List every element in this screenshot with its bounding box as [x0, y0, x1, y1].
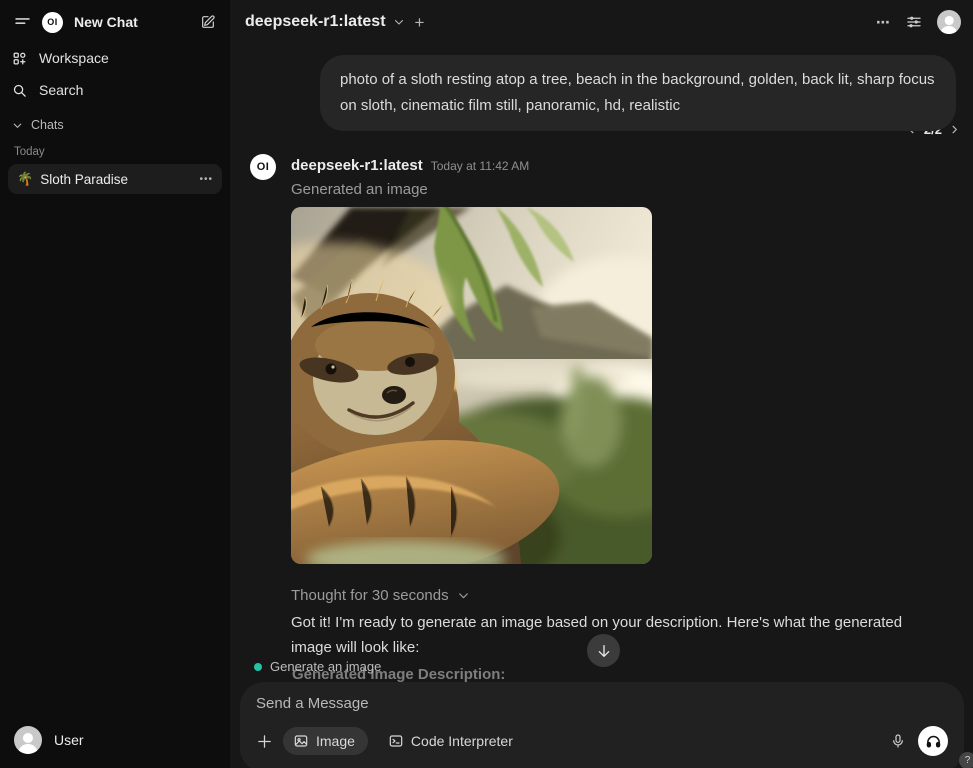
chevron-down-icon — [457, 589, 470, 602]
attach-button[interactable] — [256, 733, 273, 750]
image-button-label: Image — [316, 733, 355, 749]
chat-item-title: Sloth Paradise — [40, 172, 199, 187]
assistant-message-header: OI deepseek-r1:latest Today at 11:42 AM — [250, 154, 529, 180]
code-interpreter-toggle[interactable]: Code Interpreter — [378, 727, 526, 755]
code-interpreter-label: Code Interpreter — [411, 733, 513, 749]
message-composer: Send a Message Image Code Interpreter — [240, 682, 964, 768]
new-chat-label[interactable]: New Chat — [74, 14, 188, 30]
sidebar-item-search[interactable]: Search — [0, 74, 230, 106]
openwebui-logo: OI — [42, 12, 63, 33]
chat-main-area: deepseek-r1:latest + ⋯ photo of a sloth … — [230, 0, 973, 768]
edit-pencil-icon — [200, 14, 216, 30]
headphones-icon — [925, 733, 942, 750]
generated-image-caption: Generated an image — [291, 181, 428, 198]
search-label: Search — [39, 82, 83, 98]
workspace-grid-icon — [12, 51, 27, 66]
generated-sloth-image[interactable] — [291, 207, 652, 564]
hamburger-icon — [14, 14, 31, 31]
assistant-model-avatar: OI — [250, 154, 276, 180]
assistant-model-name: deepseek-r1:latest — [291, 157, 423, 174]
chat-controls-button[interactable] — [905, 13, 923, 31]
model-selector[interactable]: deepseek-r1:latest — [245, 13, 405, 31]
chat-menu-button[interactable]: ⋯ — [876, 14, 891, 31]
microphone-button[interactable] — [890, 733, 906, 749]
search-icon — [12, 83, 27, 98]
user-avatar — [14, 726, 42, 754]
account-avatar-button[interactable] — [937, 10, 961, 34]
chevron-down-icon — [393, 16, 405, 28]
scroll-to-bottom-button[interactable] — [587, 634, 620, 667]
chevron-down-icon — [12, 120, 23, 131]
open-webui-app: OI New Chat Workspace Search Ch — [0, 0, 973, 768]
chats-section-header[interactable]: Chats — [0, 106, 230, 136]
chat-item-menu-icon[interactable]: ••• — [199, 174, 213, 185]
thought-label: Thought for 30 seconds — [291, 587, 449, 604]
thought-duration-toggle[interactable]: Thought for 30 seconds — [291, 587, 470, 604]
arrow-down-icon — [596, 643, 612, 659]
user-message-bubble: photo of a sloth resting atop a tree, be… — [320, 55, 956, 131]
new-chat-button[interactable] — [196, 10, 220, 34]
message-input[interactable]: Send a Message — [256, 695, 948, 712]
message-timestamp: Today at 11:42 AM — [431, 159, 530, 173]
sidebar-item-workspace[interactable]: Workspace — [0, 42, 230, 74]
status-dot-icon — [254, 663, 262, 671]
terminal-icon — [388, 733, 404, 749]
help-button[interactable]: ? — [959, 752, 973, 768]
add-model-button[interactable]: + — [415, 14, 425, 31]
user-name-label: User — [54, 732, 84, 748]
image-icon — [293, 733, 309, 749]
sidebar-chat-item-sloth-paradise[interactable]: 🌴 Sloth Paradise ••• — [8, 164, 222, 194]
next-version-button[interactable] — [949, 124, 960, 135]
chat-header: deepseek-r1:latest + ⋯ — [230, 0, 973, 44]
sidebar-user-menu[interactable]: User — [0, 716, 230, 768]
sidebar: OI New Chat Workspace Search Ch — [0, 0, 230, 768]
model-name-label: deepseek-r1:latest — [245, 13, 386, 31]
generation-status: Generate an image — [254, 659, 381, 674]
voice-call-button[interactable] — [918, 726, 948, 756]
chats-label: Chats — [31, 118, 64, 132]
status-label: Generate an image — [270, 659, 381, 674]
image-generation-toggle[interactable]: Image — [283, 727, 368, 755]
sloth-beach-artwork — [291, 207, 652, 564]
palm-tree-emoji: 🌴 — [17, 171, 33, 187]
workspace-label: Workspace — [39, 50, 109, 66]
today-group-label: Today — [0, 136, 230, 164]
sidebar-toggle-button[interactable] — [10, 10, 34, 34]
